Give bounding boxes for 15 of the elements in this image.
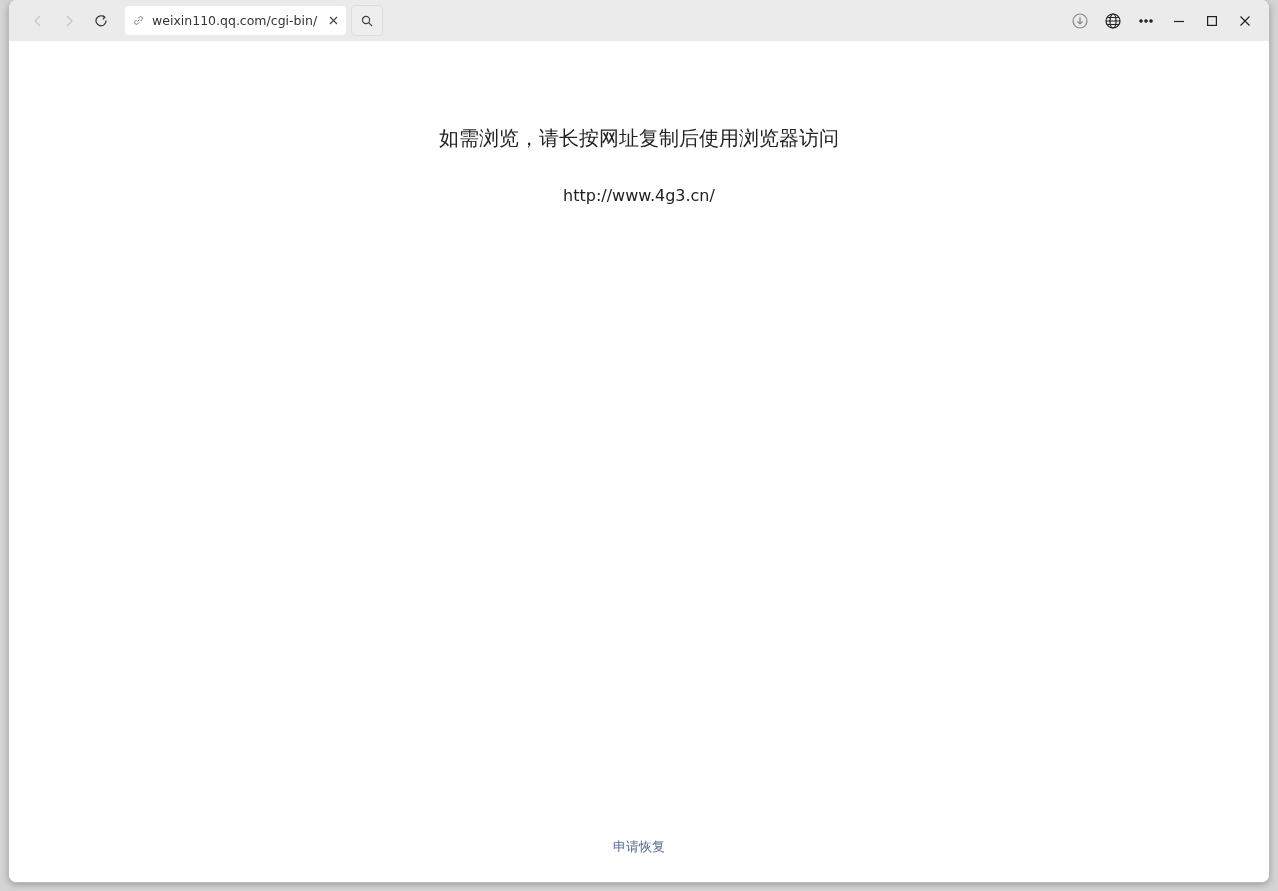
maximize-icon[interactable] [1206, 15, 1217, 26]
close-window-icon[interactable] [1239, 15, 1250, 26]
address-text: weixin110.qq.com/cgi-bin/ [152, 13, 318, 28]
close-icon[interactable] [329, 16, 339, 25]
reload-icon[interactable] [94, 14, 108, 27]
address-field[interactable]: weixin110.qq.com/cgi-bin/ [125, 6, 347, 35]
appeal-link[interactable]: 申请恢复 [613, 838, 665, 856]
download-icon[interactable] [1071, 12, 1088, 29]
search-icon [361, 14, 374, 27]
globe-icon[interactable] [1104, 12, 1121, 29]
more-icon[interactable] [1138, 18, 1153, 23]
link-icon [133, 15, 144, 26]
message-text: 如需浏览，请长按网址复制后使用浏览器访问 [439, 125, 839, 151]
url-text: http://www.4g3.cn/ [563, 186, 715, 205]
search-button[interactable] [351, 5, 384, 36]
